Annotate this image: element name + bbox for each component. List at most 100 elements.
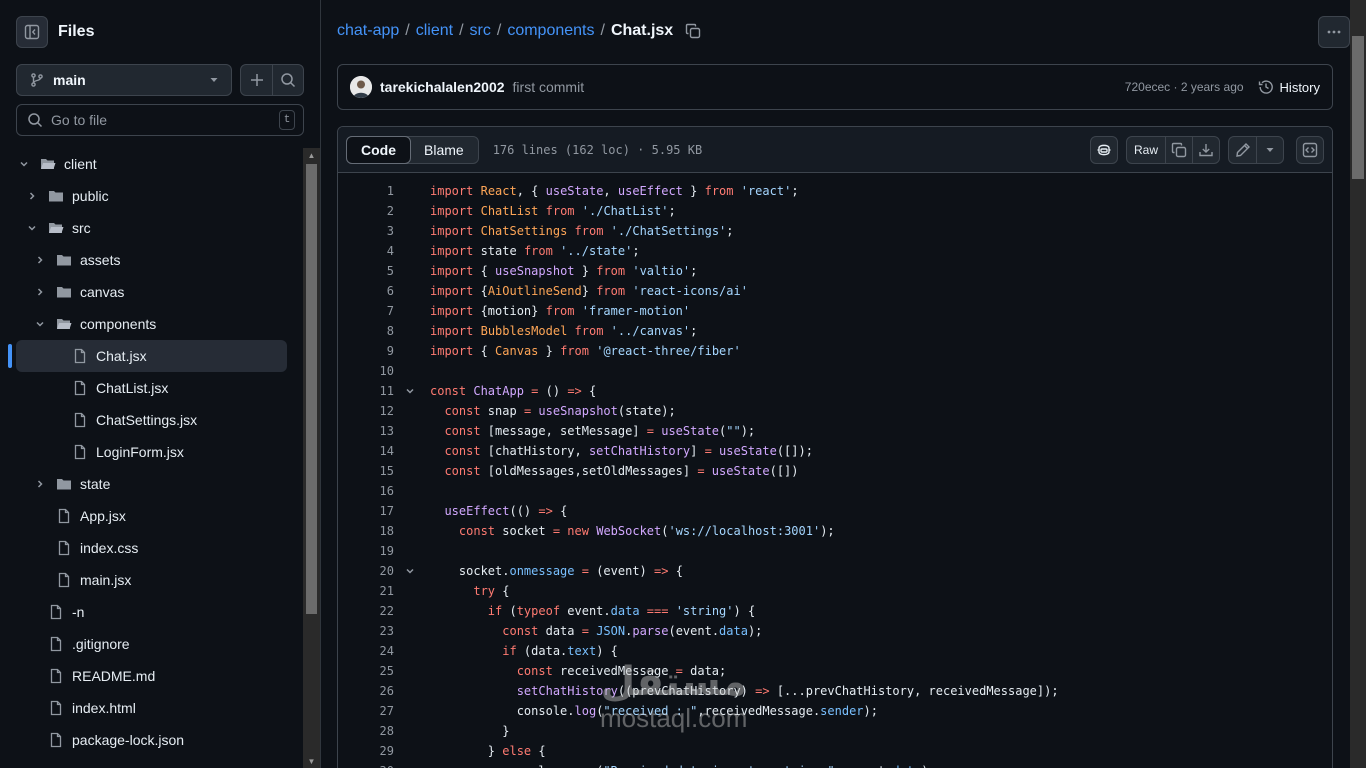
chevron-right-icon[interactable] — [32, 284, 48, 300]
line-number[interactable]: 16 — [338, 484, 394, 498]
code-line[interactable]: 28 } — [338, 721, 1332, 741]
code-line[interactable]: 9 import { Canvas } from '@react-three/fi… — [338, 341, 1332, 361]
sidebar-scroll-thumb[interactable] — [306, 164, 317, 614]
code-lines[interactable]: 1 import React, { useState, useEffect } f… — [338, 173, 1332, 768]
fold-chevron-icon[interactable] — [402, 565, 418, 577]
code-line[interactable]: 13 const [message, setMessage] = useStat… — [338, 421, 1332, 441]
more-options-button[interactable] — [1318, 16, 1350, 48]
code-line[interactable]: 21 try { — [338, 581, 1332, 601]
tree-item[interactable]: Chat.jsx — [16, 340, 287, 372]
line-number[interactable]: 12 — [338, 404, 394, 418]
code-line[interactable]: 30 console.error("Received data is not a… — [338, 761, 1332, 768]
line-number[interactable]: 22 — [338, 604, 394, 618]
branch-selector-button[interactable]: main — [16, 64, 232, 96]
code-line[interactable]: 3 import ChatSettings from './ChatSetting… — [338, 221, 1332, 241]
line-number[interactable]: 2 — [338, 204, 394, 218]
code-line[interactable]: 26 setChatHistory((prevChatHistory) => [… — [338, 681, 1332, 701]
code-line[interactable]: 12 const snap = useSnapshot(state); — [338, 401, 1332, 421]
search-code-button[interactable] — [272, 65, 303, 95]
line-number[interactable]: 1 — [338, 184, 394, 198]
sidebar-scrollbar[interactable]: ▲ ▼ — [303, 148, 320, 768]
tree-item[interactable]: assets — [0, 244, 303, 276]
commit-message-link[interactable]: first commit — [513, 79, 585, 95]
line-number[interactable]: 5 — [338, 264, 394, 278]
tree-item[interactable]: App.jsx — [0, 500, 303, 532]
tree-item[interactable]: LoginForm.jsx — [0, 436, 303, 468]
history-button[interactable]: History — [1258, 79, 1320, 95]
code-line[interactable]: 20 socket.onmessage = (event) => { — [338, 561, 1332, 581]
line-number[interactable]: 11 — [338, 384, 394, 398]
code-line[interactable]: 8 import BubblesModel from '../canvas'; — [338, 321, 1332, 341]
symbols-panel-button[interactable] — [1296, 135, 1324, 164]
code-line[interactable]: 11 const ChatApp = () => { — [338, 381, 1332, 401]
tree-item[interactable]: main.jsx — [0, 564, 303, 596]
chevron-right-icon[interactable] — [24, 188, 40, 204]
line-number[interactable]: 8 — [338, 324, 394, 338]
line-number[interactable]: 20 — [338, 564, 394, 578]
chevron-right-icon[interactable] — [32, 252, 48, 268]
collapse-sidebar-button[interactable] — [16, 16, 48, 48]
breadcrumb-repo-link[interactable]: chat-app — [337, 22, 399, 40]
tree-item[interactable]: src — [0, 212, 303, 244]
line-number[interactable]: 26 — [338, 684, 394, 698]
code-line[interactable]: 24 if (data.text) { — [338, 641, 1332, 661]
line-number[interactable]: 6 — [338, 284, 394, 298]
line-number[interactable]: 24 — [338, 644, 394, 658]
tab-code[interactable]: Code — [346, 135, 411, 164]
tree-item[interactable]: ChatSettings.jsx — [0, 404, 303, 436]
code-line[interactable]: 16 — [338, 481, 1332, 501]
copy-raw-button[interactable] — [1165, 136, 1192, 163]
tree-item[interactable]: ChatList.jsx — [0, 372, 303, 404]
line-number[interactable]: 3 — [338, 224, 394, 238]
line-number[interactable]: 9 — [338, 344, 394, 358]
code-line[interactable]: 27 console.log("received : ",receivedMes… — [338, 701, 1332, 721]
tree-item[interactable]: index.css — [0, 532, 303, 564]
tree-item[interactable]: public — [0, 180, 303, 212]
tree-item[interactable]: package-lock.json — [0, 724, 303, 756]
go-to-file-input[interactable]: Go to file t — [16, 104, 304, 136]
code-line[interactable]: 5 import { useSnapshot } from 'valtio'; — [338, 261, 1332, 281]
code-line[interactable]: 7 import {motion} from 'framer-motion' — [338, 301, 1332, 321]
line-number[interactable]: 25 — [338, 664, 394, 678]
line-number[interactable]: 29 — [338, 744, 394, 758]
tree-item[interactable]: components — [0, 308, 303, 340]
copy-path-button[interactable] — [685, 23, 701, 39]
tree-item[interactable]: index.html — [0, 692, 303, 724]
breadcrumb-src-link[interactable]: src — [470, 22, 491, 40]
line-number[interactable]: 19 — [338, 544, 394, 558]
copilot-button[interactable] — [1090, 135, 1118, 164]
page-scrollbar[interactable] — [1350, 0, 1366, 768]
code-line[interactable]: 29 } else { — [338, 741, 1332, 761]
tree-item[interactable]: .gitignore — [0, 628, 303, 660]
breadcrumb-components-link[interactable]: components — [507, 22, 594, 40]
edit-file-button[interactable] — [1229, 137, 1256, 163]
line-number[interactable]: 13 — [338, 424, 394, 438]
scroll-down-arrow-icon[interactable]: ▼ — [303, 754, 320, 768]
line-number[interactable]: 23 — [338, 624, 394, 638]
chevron-down-icon[interactable] — [24, 220, 40, 236]
line-number[interactable]: 10 — [338, 364, 394, 378]
line-number[interactable]: 30 — [338, 764, 394, 768]
code-line[interactable]: 25 const receivedMessage = data; — [338, 661, 1332, 681]
tree-item[interactable]: -n — [0, 596, 303, 628]
line-number[interactable]: 21 — [338, 584, 394, 598]
line-number[interactable]: 4 — [338, 244, 394, 258]
code-line[interactable]: 1 import React, { useState, useEffect } f… — [338, 181, 1332, 201]
scroll-up-arrow-icon[interactable]: ▲ — [303, 148, 320, 162]
code-line[interactable]: 15 const [oldMessages,setOldMessages] = … — [338, 461, 1332, 481]
chevron-down-icon[interactable] — [32, 316, 48, 332]
line-number[interactable]: 27 — [338, 704, 394, 718]
chevron-right-icon[interactable] — [32, 476, 48, 492]
add-file-button[interactable] — [241, 65, 272, 95]
page-scroll-thumb[interactable] — [1352, 36, 1364, 179]
download-button[interactable] — [1192, 136, 1219, 163]
line-number[interactable]: 14 — [338, 444, 394, 458]
tree-item[interactable]: README.md — [0, 660, 303, 692]
edit-options-dropdown[interactable] — [1256, 136, 1283, 163]
tree-item[interactable]: client — [0, 148, 303, 180]
line-number[interactable]: 7 — [338, 304, 394, 318]
avatar[interactable] — [350, 76, 372, 98]
tree-item[interactable]: canvas — [0, 276, 303, 308]
code-line[interactable]: 18 const socket = new WebSocket('ws://lo… — [338, 521, 1332, 541]
code-line[interactable]: 19 — [338, 541, 1332, 561]
